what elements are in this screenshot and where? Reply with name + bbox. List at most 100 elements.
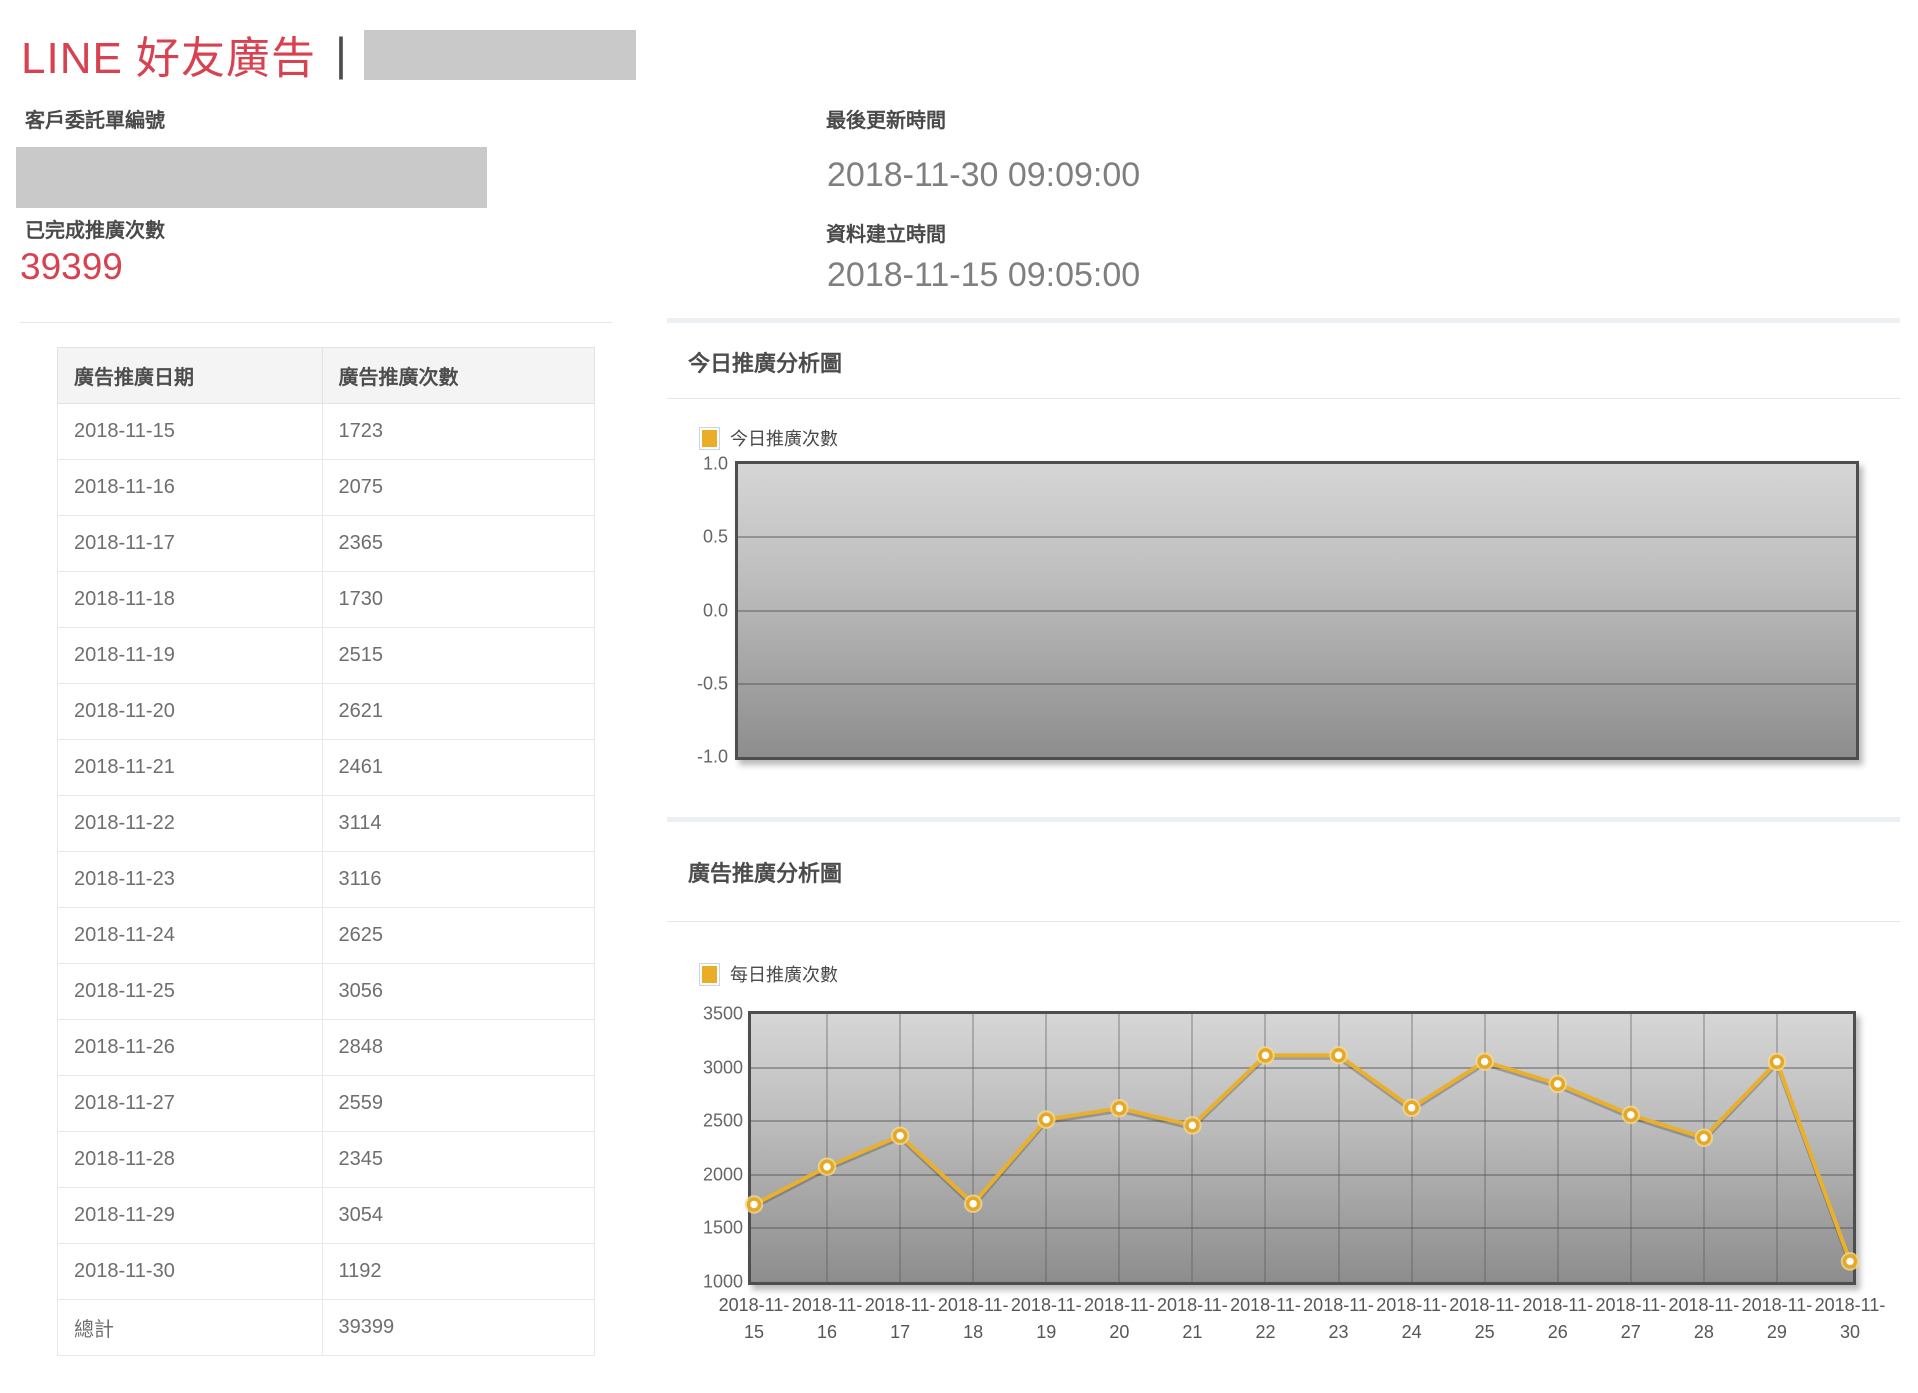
promo-table-body: 2018-11-1517232018-11-1620752018-11-1723… [58,404,595,1356]
y-tick-label: 1500 [703,1218,743,1239]
data-point-marker [1406,1102,1417,1113]
gold-legend-swatch-icon [700,964,719,985]
table-header-cell: 廣告推廣日期 [58,348,323,404]
promo-table: 廣告推廣日期廣告推廣次數 2018-11-1517232018-11-16207… [57,347,595,1356]
table-header-cell: 廣告推廣次數 [322,348,595,404]
completed-count-label: 已完成推廣次數 [25,214,165,243]
y-tick-label: -0.5 [697,673,728,694]
title-separator: | [335,28,347,80]
x-tick-month: 2018-11- [1742,1292,1813,1319]
redacted-campaign-name [364,30,636,80]
table-cell: 39399 [322,1300,595,1356]
x-tick-label: 2018-11-25 [1449,1292,1520,1346]
x-tick-month: 2018-11- [1303,1292,1374,1319]
data-point-marker [1698,1132,1709,1143]
table-cell: 3054 [322,1188,595,1244]
x-tick-day: 15 [719,1319,790,1346]
x-tick-label: 2018-11-23 [1303,1292,1374,1346]
table-cell: 2018-11-29 [58,1188,323,1244]
today-chart-plot [735,461,1859,760]
x-tick-month: 2018-11- [1084,1292,1155,1319]
x-tick-label: 2018-11-24 [1376,1292,1447,1346]
x-tick-month: 2018-11- [1815,1292,1886,1319]
table-cell: 2625 [322,908,595,964]
table-cell: 2848 [322,1020,595,1076]
data-point-marker [1479,1056,1490,1067]
table-cell: 2345 [322,1132,595,1188]
table-cell: 2461 [322,740,595,796]
y-tick-label: 2000 [703,1164,743,1185]
x-tick-day: 16 [792,1319,863,1346]
table-cell: 2018-11-23 [58,852,323,908]
x-tick-day: 17 [865,1319,936,1346]
x-tick-label: 2018-11-27 [1595,1292,1666,1346]
x-tick-day: 27 [1595,1319,1666,1346]
table-cell: 1730 [322,572,595,628]
table-row: 2018-11-272559 [58,1076,595,1132]
table-cell: 1192 [322,1244,595,1300]
data-point-marker [895,1130,906,1141]
created-time-value: 2018-11-15 09:05:00 [827,258,1140,292]
table-row: 2018-11-162075 [58,460,595,516]
today-chart-ylabels: 1.00.50.0-0.5-1.0 [640,464,728,757]
x-tick-day: 26 [1522,1319,1593,1346]
x-tick-month: 2018-11- [1522,1292,1593,1319]
table-row: 2018-11-242625 [58,908,595,964]
table-row: 總計39399 [58,1300,595,1356]
table-cell: 2621 [322,684,595,740]
x-tick-month: 2018-11- [1157,1292,1228,1319]
table-row: 2018-11-151723 [58,404,595,460]
daily-chart-plot [748,1011,1856,1285]
daily-chart-xlabels: 2018-11-152018-11-162018-11-172018-11-18… [751,1292,1853,1352]
table-row: 2018-11-192515 [58,628,595,684]
table-cell: 3056 [322,964,595,1020]
redacted-order-number [16,147,487,208]
table-row: 2018-11-223114 [58,796,595,852]
table-cell: 2018-11-27 [58,1076,323,1132]
daily-chart-ylabels: 350030002500200015001000 [640,1014,743,1282]
report-page: LINE 好友廣告 | 客戶委託單編號 已完成推廣次數 39399 最後更新時間… [0,0,1918,1393]
daily-heading-underline [667,921,1900,922]
daily-section-divider [667,817,1900,822]
x-tick-label: 2018-11-30 [1815,1292,1886,1346]
today-heading-underline [667,398,1900,399]
today-section-divider [667,318,1900,323]
x-tick-label: 2018-11-28 [1669,1292,1740,1346]
daily-chart-heading: 廣告推廣分析圖 [688,856,842,888]
x-tick-label: 2018-11-20 [1084,1292,1155,1346]
table-cell: 2018-11-15 [58,404,323,460]
table-cell: 2075 [322,460,595,516]
table-cell: 2018-11-19 [58,628,323,684]
table-cell: 2018-11-20 [58,684,323,740]
x-tick-label: 2018-11-21 [1157,1292,1228,1346]
gold-legend-swatch-icon [700,428,719,449]
x-tick-day: 29 [1742,1319,1813,1346]
table-cell: 2018-11-24 [58,908,323,964]
created-time-label: 資料建立時間 [826,218,946,247]
order-number-label: 客戶委託單編號 [25,104,165,133]
completed-count-value: 39399 [20,248,123,285]
x-tick-month: 2018-11- [938,1292,1009,1319]
x-tick-day: 28 [1669,1319,1740,1346]
x-tick-label: 2018-11-16 [792,1292,863,1346]
x-tick-day: 21 [1157,1319,1228,1346]
table-cell: 2018-11-25 [58,964,323,1020]
table-row: 2018-11-293054 [58,1188,595,1244]
x-tick-day: 25 [1449,1319,1520,1346]
data-point-marker [1041,1114,1052,1125]
data-point-marker [968,1198,979,1209]
y-tick-label: 0.5 [703,527,728,548]
x-tick-label: 2018-11-19 [1011,1292,1082,1346]
data-point-marker [1260,1050,1271,1061]
data-point-marker [1333,1050,1344,1061]
table-row: 2018-11-262848 [58,1020,595,1076]
table-row: 2018-11-253056 [58,964,595,1020]
x-tick-day: 24 [1376,1319,1447,1346]
today-chart-legend: 今日推廣次數 [700,425,838,451]
daily-line-series [751,1014,1853,1282]
data-point-marker [1114,1103,1125,1114]
daily-legend-label: 每日推廣次數 [730,961,838,987]
x-tick-month: 2018-11- [865,1292,936,1319]
daily-chart-legend: 每日推廣次數 [700,961,838,987]
x-tick-label: 2018-11-15 [719,1292,790,1346]
